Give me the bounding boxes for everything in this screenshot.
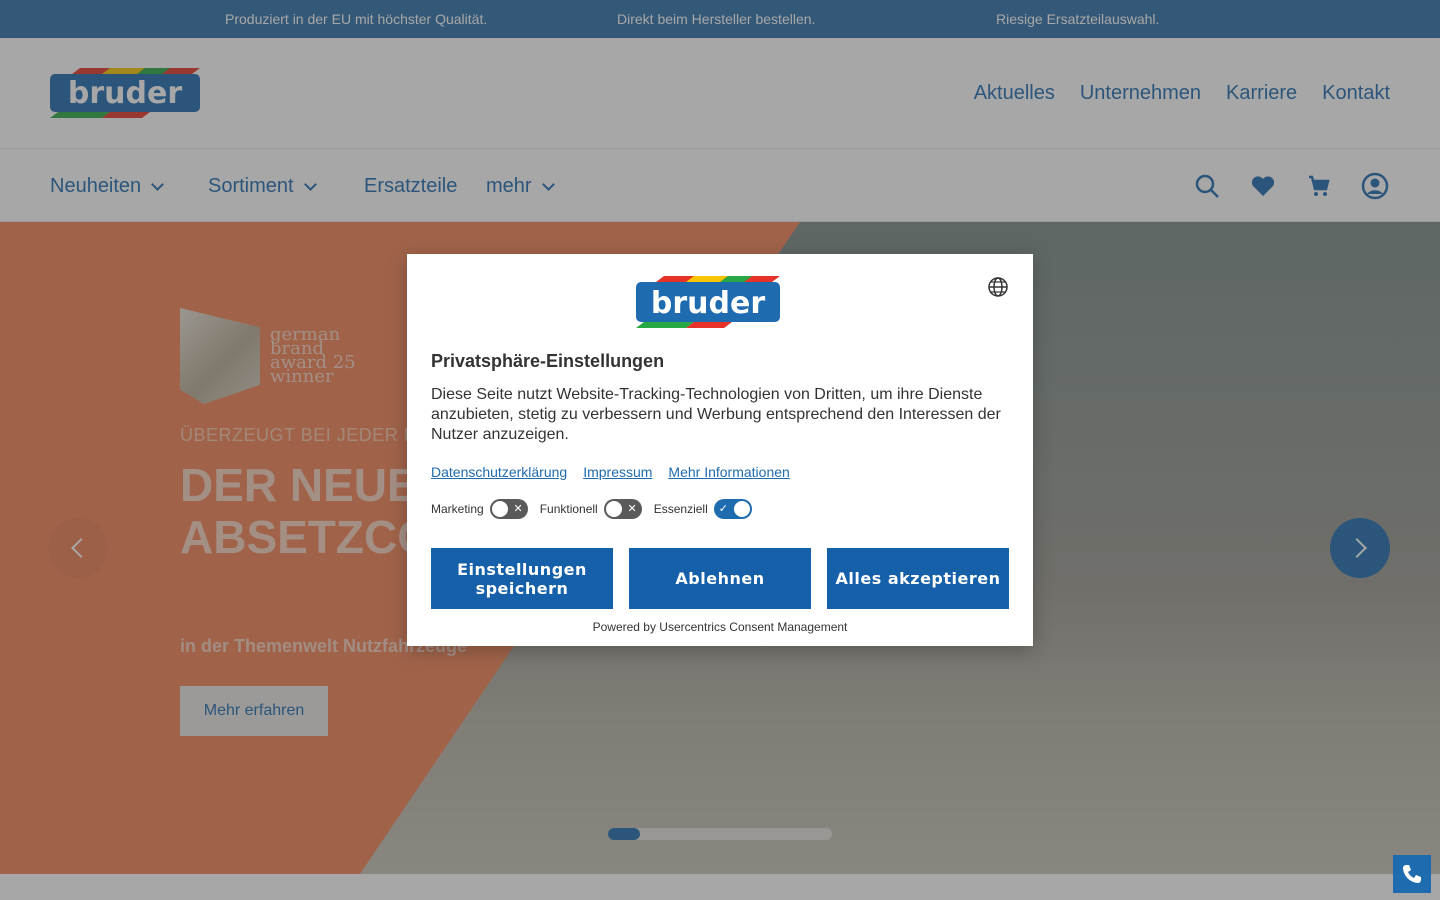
dialog-links: Datenschutzerklärung Impressum Mehr Info… bbox=[431, 464, 790, 480]
check-icon: ✓ bbox=[718, 503, 728, 515]
toggle-label: Funktionell bbox=[539, 502, 598, 516]
dialog-title: Privatsphäre-Einstellungen bbox=[431, 351, 665, 371]
save-settings-button[interactable]: Einstellungen speichern bbox=[431, 548, 613, 609]
imprint-link[interactable]: Impressum bbox=[583, 464, 652, 480]
dialog-description: Diese Seite nutzt Website-Tracking-Techn… bbox=[431, 386, 1001, 443]
essenziell-switch[interactable]: ✓ bbox=[713, 499, 752, 519]
x-icon: ✕ bbox=[513, 503, 523, 515]
phone-button[interactable] bbox=[1393, 855, 1431, 893]
powered-by-text: Powered by Usercentrics Consent Manageme… bbox=[592, 620, 848, 634]
toggle-label: Marketing bbox=[431, 502, 484, 516]
accept-all-button[interactable]: Alles akzeptieren bbox=[827, 548, 1009, 609]
logo-text: bruder bbox=[651, 286, 765, 321]
privacy-policy-link[interactable]: Datenschutzerklärung bbox=[431, 464, 567, 480]
consent-toggles: Marketing ✕ Funktionell ✕ Essenziell ✓ bbox=[431, 499, 752, 519]
dialog-logo: bruder bbox=[636, 276, 780, 328]
marketing-switch[interactable]: ✕ bbox=[489, 499, 528, 519]
x-icon: ✕ bbox=[627, 503, 637, 515]
toggle-essenziell: Essenziell ✓ bbox=[654, 499, 752, 519]
language-globe-icon[interactable] bbox=[987, 276, 1009, 298]
consent-dialog: bruder Privatsphäre-Einstellungen Diese … bbox=[407, 254, 1033, 646]
decline-button[interactable]: Ablehnen bbox=[629, 548, 811, 609]
consent-buttons: Einstellungen speichern Ablehnen Alles a… bbox=[431, 548, 1009, 609]
toggle-marketing: Marketing ✕ bbox=[431, 499, 528, 519]
funktionell-switch[interactable]: ✕ bbox=[603, 499, 642, 519]
phone-icon bbox=[1403, 865, 1421, 883]
more-info-link[interactable]: Mehr Informationen bbox=[668, 464, 789, 480]
toggle-label: Essenziell bbox=[653, 502, 708, 516]
toggle-funktionell: Funktionell ✕ bbox=[540, 499, 642, 519]
